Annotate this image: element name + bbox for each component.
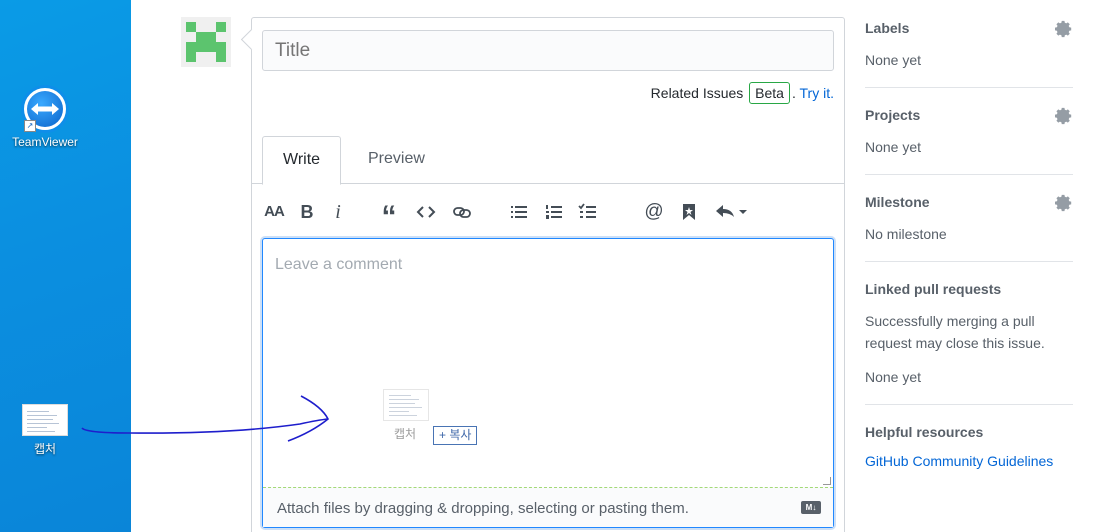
sidebar-linked-prs-title: Linked pull requests — [865, 281, 1002, 297]
sidebar-helpful-resources-title: Helpful resources — [865, 424, 984, 440]
sidebar-milestone-value: No milestone — [865, 226, 947, 242]
sidebar-helpful-resources: Helpful resources GitHub Community Guide… — [865, 405, 1073, 485]
sidebar-milestone-title[interactable]: Milestone — [865, 191, 1073, 213]
sidebar-labels-title[interactable]: Labels — [865, 17, 1073, 39]
sidebar-milestone: Milestone No milestone — [865, 175, 1073, 262]
issue-sidebar: Labels None yet Projects None yet Milest… — [865, 17, 1073, 485]
sidebar-linked-prs-value: None yet — [865, 369, 922, 385]
gear-icon[interactable] — [1055, 194, 1073, 212]
sidebar-projects-value: None yet — [865, 139, 922, 155]
sidebar-labels-value: None yet — [865, 52, 922, 68]
sidebar-labels: Labels None yet — [865, 17, 1073, 88]
gear-icon[interactable] — [1055, 107, 1073, 125]
gear-icon[interactable] — [1055, 20, 1073, 38]
community-guidelines-link[interactable]: GitHub Community Guidelines — [865, 453, 1073, 469]
sidebar-linked-prs: Linked pull requests Successfully mergin… — [865, 262, 1073, 405]
sidebar-linked-prs-description: Successfully merging a pull request may … — [865, 313, 1045, 351]
sidebar-projects-title[interactable]: Projects — [865, 104, 1073, 126]
sidebar-projects: Projects None yet — [865, 88, 1073, 175]
